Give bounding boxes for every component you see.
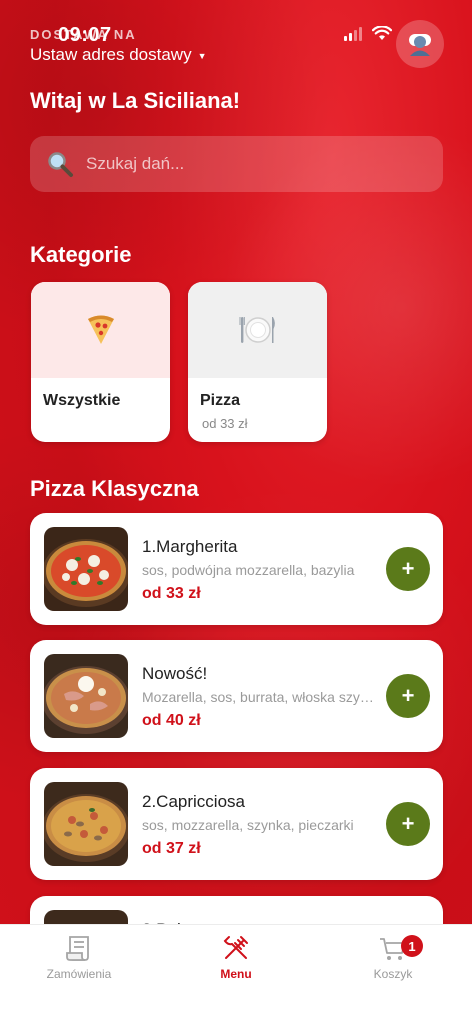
address-text: Ustaw adres dostawy <box>30 45 192 64</box>
cart-badge: 1 <box>401 935 423 957</box>
dish-image <box>44 782 128 866</box>
category-card-pizza[interactable]: Pizza od 33 zł <box>188 282 327 442</box>
status-time: 09:07 <box>58 24 112 46</box>
dish-card-capricciosa[interactable]: 2.Capricciosa sos, mozzarella, szynka, p… <box>30 768 443 880</box>
plate-cutlery-icon <box>239 317 275 343</box>
search-input[interactable] <box>86 154 406 174</box>
pizza-slice-icon <box>87 315 114 344</box>
welcome-title: Witaj w La Siciliana! <box>30 88 241 113</box>
cutlery-icon <box>223 936 248 959</box>
address-selector[interactable]: Ustaw adres dostawy ▼ <box>30 45 207 65</box>
tab-orders[interactable]: Zamówienia <box>24 933 134 981</box>
dish-card-nowosc[interactable]: Nowość! Mozarella, sos, burrata, włoska … <box>30 640 443 752</box>
dish-description: sos, mozzarella, szynka, pieczarki <box>142 817 354 833</box>
section-title: Pizza Klasyczna <box>30 476 199 501</box>
dish-price: od 40 zł <box>142 712 201 729</box>
user-icon <box>409 34 431 56</box>
profile-button[interactable] <box>396 20 444 68</box>
signal-icon <box>344 26 362 41</box>
category-price: od 33 zł <box>202 416 248 431</box>
caret-down-icon: ▼ <box>197 51 207 61</box>
receipt-icon <box>66 936 89 961</box>
add-to-cart-button[interactable]: + <box>386 674 430 718</box>
category-card-all[interactable]: Wszystkie <box>31 282 170 442</box>
dish-image <box>44 527 128 611</box>
dish-description: Mozarella, sos, burrata, włoska szynka <box>142 689 374 705</box>
category-card-all-top <box>31 282 170 378</box>
dish-image <box>44 654 128 738</box>
bottom-tab-bar: Zamówienia Menu 1 Koszyk <box>0 924 472 1024</box>
dish-card-margherita[interactable]: 1.Margherita sos, podwójna mozzarella, b… <box>30 513 443 625</box>
dish-name: Nowość! <box>142 664 208 683</box>
tab-cart-label: Koszyk <box>373 967 413 981</box>
category-name: Wszystkie <box>43 392 121 409</box>
add-to-cart-button[interactable]: + <box>386 547 430 591</box>
category-name: Pizza <box>200 392 241 409</box>
dish-price: od 33 zł <box>142 585 201 602</box>
dish-name: 1.Margherita <box>142 537 238 556</box>
status-icons <box>344 26 392 41</box>
wifi-icon <box>372 26 392 40</box>
dish-name: 2.Capricciosa <box>142 792 245 811</box>
search-bar[interactable] <box>30 136 443 192</box>
dish-price: od 37 zł <box>142 840 201 857</box>
tab-cart[interactable]: 1 Koszyk <box>338 933 448 981</box>
dish-description: sos, podwójna mozzarella, bazylia <box>142 562 355 578</box>
add-to-cart-button[interactable]: + <box>386 802 430 846</box>
search-icon <box>48 152 73 177</box>
tab-menu[interactable]: Menu <box>181 933 291 981</box>
app-screen: DOSTAWA NA 09:07 Ustaw adres dostawy ▼ W… <box>0 0 472 1024</box>
tab-orders-label: Zamówienia <box>46 967 112 981</box>
categories-title: Kategorie <box>30 242 132 267</box>
category-card-pizza-top <box>188 282 327 378</box>
tab-menu-label: Menu <box>220 967 252 981</box>
